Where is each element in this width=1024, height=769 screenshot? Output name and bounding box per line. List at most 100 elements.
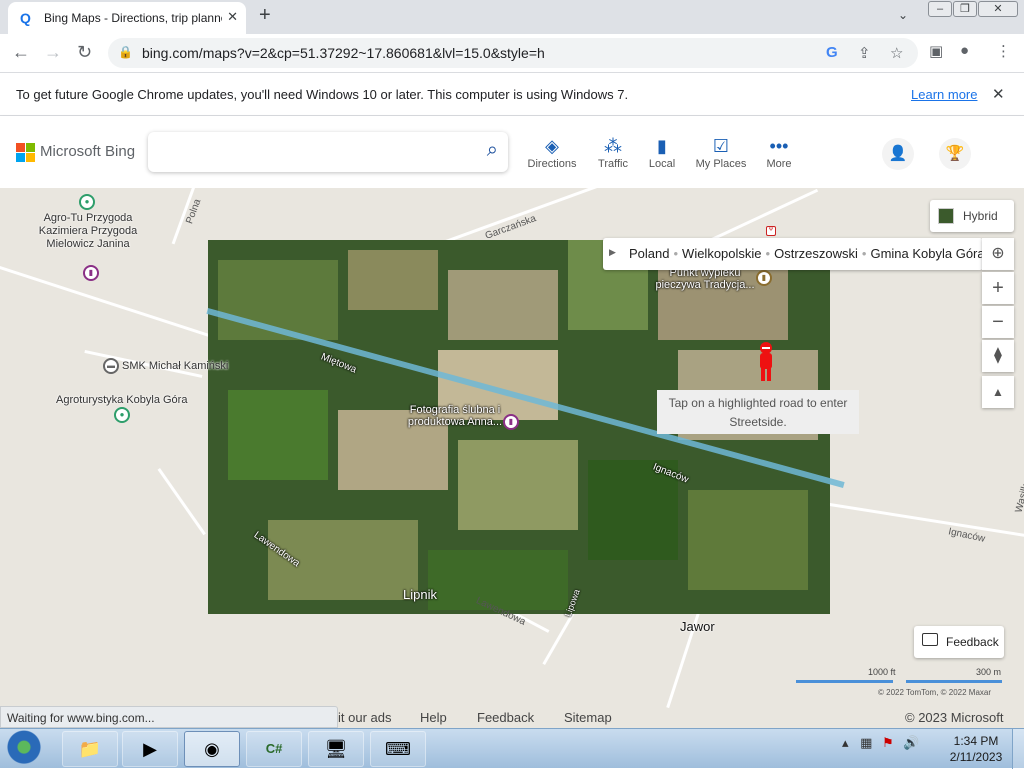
zoom-in-button[interactable]: + xyxy=(982,272,1014,304)
system-tray[interactable]: ▴ ▦ ⚑ 🔊 xyxy=(842,735,920,751)
star-icon[interactable]: ☆ xyxy=(890,44,903,62)
breadcrumb-separator: • xyxy=(765,246,771,261)
show-hidden-icons[interactable]: ▴ xyxy=(842,735,849,750)
nav-more[interactable]: ••• More xyxy=(749,136,809,176)
compass-icon: ⧫ xyxy=(994,347,1002,364)
feedback-label: Feedback xyxy=(946,635,999,649)
media-player-icon[interactable]: ▶ xyxy=(122,731,178,767)
browser-toolbar: ← → ↻ 🔒 bing.com/maps?v=2&cp=51.37292~17… xyxy=(0,34,1024,72)
lock-icon[interactable]: 🔒 xyxy=(118,45,133,59)
scale-bar-meters xyxy=(906,680,1002,683)
poi-label[interactable]: Agro-Tu Przygoda Kazimiera Przygoda Miel… xyxy=(38,212,138,251)
csharp-icon[interactable]: C# xyxy=(246,731,302,767)
locate-me-button[interactable]: ⊕ xyxy=(982,238,1014,270)
breadcrumb-gmina[interactable]: Gmina Kobyla Góra xyxy=(870,246,983,261)
footer-link-sitemap[interactable]: Sitemap xyxy=(564,710,612,725)
field xyxy=(448,270,558,340)
url-text[interactable]: bing.com/maps?v=2&cp=51.37292~17.860681&… xyxy=(142,45,545,61)
expand-arrow-icon[interactable]: ▶ xyxy=(609,247,616,258)
close-tab-icon[interactable]: ✕ xyxy=(227,9,238,25)
footer-link-help[interactable]: Help xyxy=(420,710,447,725)
show-desktop-button[interactable] xyxy=(1012,729,1024,769)
nav-my-places[interactable]: ☑ My Places xyxy=(691,136,751,176)
new-tab-button[interactable]: + xyxy=(259,4,271,27)
status-bubble: Waiting for www.bing.com... xyxy=(0,706,338,728)
logo-square-blue xyxy=(16,153,25,162)
poi-label[interactable]: Punkt wypieku pieczywa Tradycja... xyxy=(650,267,760,291)
menu-icon[interactable]: ⋮ xyxy=(996,42,1011,60)
explorer-icon[interactable]: 📁 xyxy=(62,731,118,767)
place-label: Jawor xyxy=(680,619,715,634)
learn-more-link[interactable]: Learn more xyxy=(911,87,977,102)
map-road xyxy=(542,611,575,665)
reload-icon[interactable]: ↻ xyxy=(77,42,92,63)
chevron-down-icon[interactable]: ⌄ xyxy=(898,8,908,22)
poi-icon[interactable]: ● xyxy=(79,194,95,210)
breadcrumb-country[interactable]: Poland xyxy=(629,246,669,261)
plus-icon: + xyxy=(992,277,1004,299)
compass-button[interactable]: ⧫ xyxy=(982,340,1014,372)
remote-desktop-icon[interactable]: 🖥 xyxy=(308,731,364,767)
back-icon[interactable]: ← xyxy=(12,42,30,63)
close-infobar-icon[interactable]: ✕ xyxy=(992,85,1005,103)
profile-icon[interactable]: ● xyxy=(960,42,969,59)
tilt-button[interactable]: ▲ xyxy=(982,376,1014,408)
streetside-pegman-icon[interactable] xyxy=(755,340,777,382)
map-road xyxy=(829,503,1024,538)
keyboard-icon[interactable]: ⌨ xyxy=(370,731,426,767)
address-bar[interactable]: 🔒 bing.com/maps?v=2&cp=51.37292~17.86068… xyxy=(108,38,918,68)
footer-link[interactable]: it our ads xyxy=(338,710,391,725)
minimize-button[interactable]: – xyxy=(928,1,952,17)
share-icon[interactable]: ⇪ xyxy=(858,44,871,62)
action-center-flag-icon[interactable]: ⚑ xyxy=(882,735,894,750)
microsoft-bing-logo[interactable]: Microsoft Bing xyxy=(16,143,146,163)
shopping-icon[interactable]: ▮ xyxy=(503,414,519,430)
tilt-icon: ▲ xyxy=(992,385,1004,399)
shopping-icon[interactable]: ▮ xyxy=(83,265,99,281)
streetside-tooltip: Tap on a highlighted road to enter Stree… xyxy=(657,390,859,434)
location-breadcrumb: ▶ Poland • Wielkopolskie • Ostrzeszowski • Gmi… xyxy=(603,238,983,270)
map-canvas[interactable]: Agro-Tu Przygoda Kazimiera Przygoda Miel… xyxy=(0,188,1024,708)
feedback-button[interactable]: Feedback xyxy=(914,626,1004,658)
search-input[interactable]: ⌕ xyxy=(148,132,508,172)
scale-feet: 1000 ft xyxy=(868,667,896,677)
locate-icon: ⊕ xyxy=(991,245,1005,262)
clock-date: 2/11/2023 xyxy=(949,750,1003,764)
nav-local[interactable]: ▮ Local xyxy=(632,136,692,176)
local-icon: ▮ xyxy=(657,136,667,156)
breadcrumb-region[interactable]: Wielkopolskie xyxy=(682,246,761,261)
nav-directions[interactable]: ◈ Directions xyxy=(522,136,582,176)
poi-icon[interactable]: ● xyxy=(114,407,130,423)
side-panel-icon[interactable]: ▣ xyxy=(929,42,943,60)
map-style-button[interactable]: Hybrid xyxy=(930,200,1014,232)
minus-icon: − xyxy=(992,311,1004,333)
poi-icon[interactable]: ▬ xyxy=(103,358,119,374)
start-button[interactable] xyxy=(2,730,46,768)
poi-label[interactable]: SMK Michał Kamiński xyxy=(122,360,228,372)
bakery-icon[interactable]: ▮ xyxy=(756,270,772,286)
map-scale: 1000 ft 300 m xyxy=(796,666,1004,690)
footer-copyright: © 2023 Microsoft xyxy=(905,710,1004,725)
chrome-icon[interactable]: ◉ xyxy=(184,731,240,767)
forward-icon[interactable]: → xyxy=(44,42,62,63)
zoom-out-button[interactable]: − xyxy=(982,306,1014,338)
close-window-button[interactable]: ✕ xyxy=(978,1,1018,17)
restaurant-icon[interactable]: Ψ xyxy=(766,226,776,236)
browser-tab[interactable]: Q Bing Maps - Directions, trip planner ✕ xyxy=(8,2,246,34)
volume-icon[interactable]: 🔊 xyxy=(903,735,919,750)
search-icon[interactable]: ⌕ xyxy=(487,139,498,162)
user-icon[interactable]: 👤 xyxy=(882,138,914,170)
network-icon[interactable]: ▦ xyxy=(860,735,872,750)
google-icon[interactable]: G xyxy=(826,44,838,61)
taskbar-clock[interactable]: 1:34 PM 2/11/2023 xyxy=(948,733,1004,765)
restore-button[interactable]: ❐ xyxy=(953,1,977,17)
more-icon: ••• xyxy=(769,136,789,156)
logo-square-yellow xyxy=(26,153,35,162)
field xyxy=(348,250,438,310)
footer-link-feedback[interactable]: Feedback xyxy=(477,710,534,725)
bing-header: Microsoft Bing ⌕ ◈ Directions ⁂ Traffic … xyxy=(0,116,1024,188)
poi-label[interactable]: Agroturystyka Kobyla Góra xyxy=(56,394,187,406)
rewards-icon[interactable]: 🏆 xyxy=(939,138,971,170)
poi-label[interactable]: Fotografia ślubna i produktowa Anna... xyxy=(405,404,505,428)
breadcrumb-county[interactable]: Ostrzeszowski xyxy=(774,246,858,261)
